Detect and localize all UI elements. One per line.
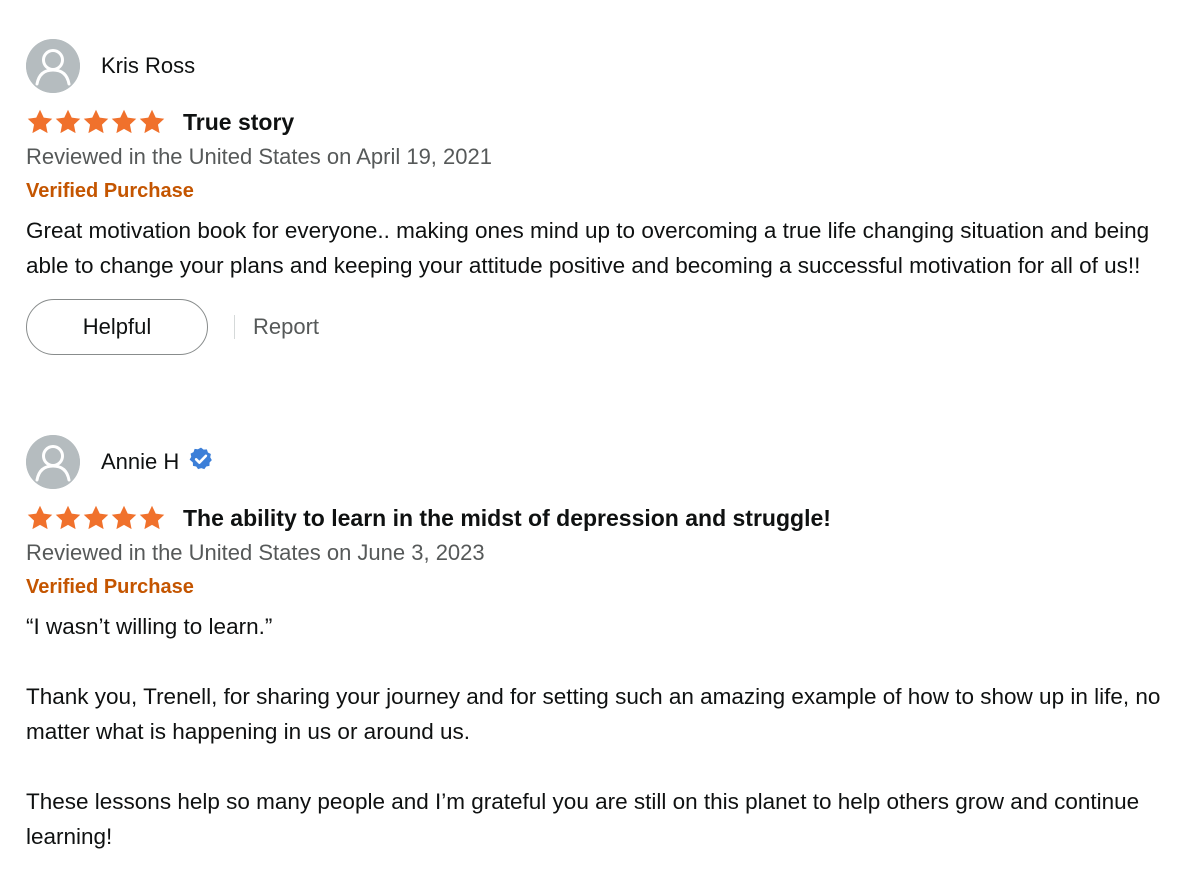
star-rating[interactable] xyxy=(26,108,166,136)
reviewer-name[interactable]: Annie H xyxy=(101,451,179,473)
review-date: Reviewed in the United States on April 1… xyxy=(26,144,492,169)
review-paragraph: Great motivation book for everyone.. mak… xyxy=(26,218,1150,278)
default-user-icon xyxy=(26,435,80,489)
rating-row: True story xyxy=(26,105,1180,139)
reviewer-profile[interactable]: Annie H xyxy=(26,434,1180,490)
star-rating[interactable] xyxy=(26,504,166,532)
verified-purchase-badge: Verified Purchase xyxy=(26,576,194,598)
reviews-page: Kris Ross True story Reviewed in the Uni… xyxy=(0,0,1200,876)
review-card: Annie H The ability to learn in the mids… xyxy=(26,434,1180,854)
star-icon xyxy=(139,505,165,530)
reviewer-name[interactable]: Kris Ross xyxy=(101,55,195,77)
star-icon xyxy=(111,109,137,134)
star-icon xyxy=(83,109,109,134)
star-icon xyxy=(83,505,109,530)
avatar xyxy=(26,39,80,93)
star-icon xyxy=(55,505,81,530)
avatar xyxy=(26,435,80,489)
review-paragraph: These lessons help so many people and I’… xyxy=(26,789,1140,849)
default-user-icon xyxy=(26,39,80,93)
rating-row: The ability to learn in the midst of dep… xyxy=(26,501,1180,535)
review-paragraph: “I wasn’t willing to learn.” xyxy=(26,614,273,639)
review-body: “I wasn’t willing to learn.” Thank you, … xyxy=(26,609,1180,854)
star-icon xyxy=(139,109,165,134)
review-date: Reviewed in the United States on June 3,… xyxy=(26,540,485,565)
divider xyxy=(234,315,235,339)
star-icon xyxy=(27,505,53,530)
verified-purchase-badge: Verified Purchase xyxy=(26,180,194,202)
review-actions: Helpful Report xyxy=(26,299,1180,355)
review-body: Great motivation book for everyone.. mak… xyxy=(26,213,1180,283)
star-icon xyxy=(27,109,53,134)
review-title[interactable]: True story xyxy=(183,109,294,136)
reviewer-profile[interactable]: Kris Ross xyxy=(26,38,1180,94)
review-title[interactable]: The ability to learn in the midst of dep… xyxy=(183,505,831,532)
report-link[interactable]: Report xyxy=(253,314,319,340)
star-icon xyxy=(111,505,137,530)
review-paragraph: Thank you, Trenell, for sharing your jou… xyxy=(26,684,1161,744)
verified-checkmark-icon xyxy=(189,447,213,470)
helpful-button[interactable]: Helpful xyxy=(26,299,208,355)
review-card: Kris Ross True story Reviewed in the Uni… xyxy=(26,38,1180,355)
star-icon xyxy=(55,109,81,134)
